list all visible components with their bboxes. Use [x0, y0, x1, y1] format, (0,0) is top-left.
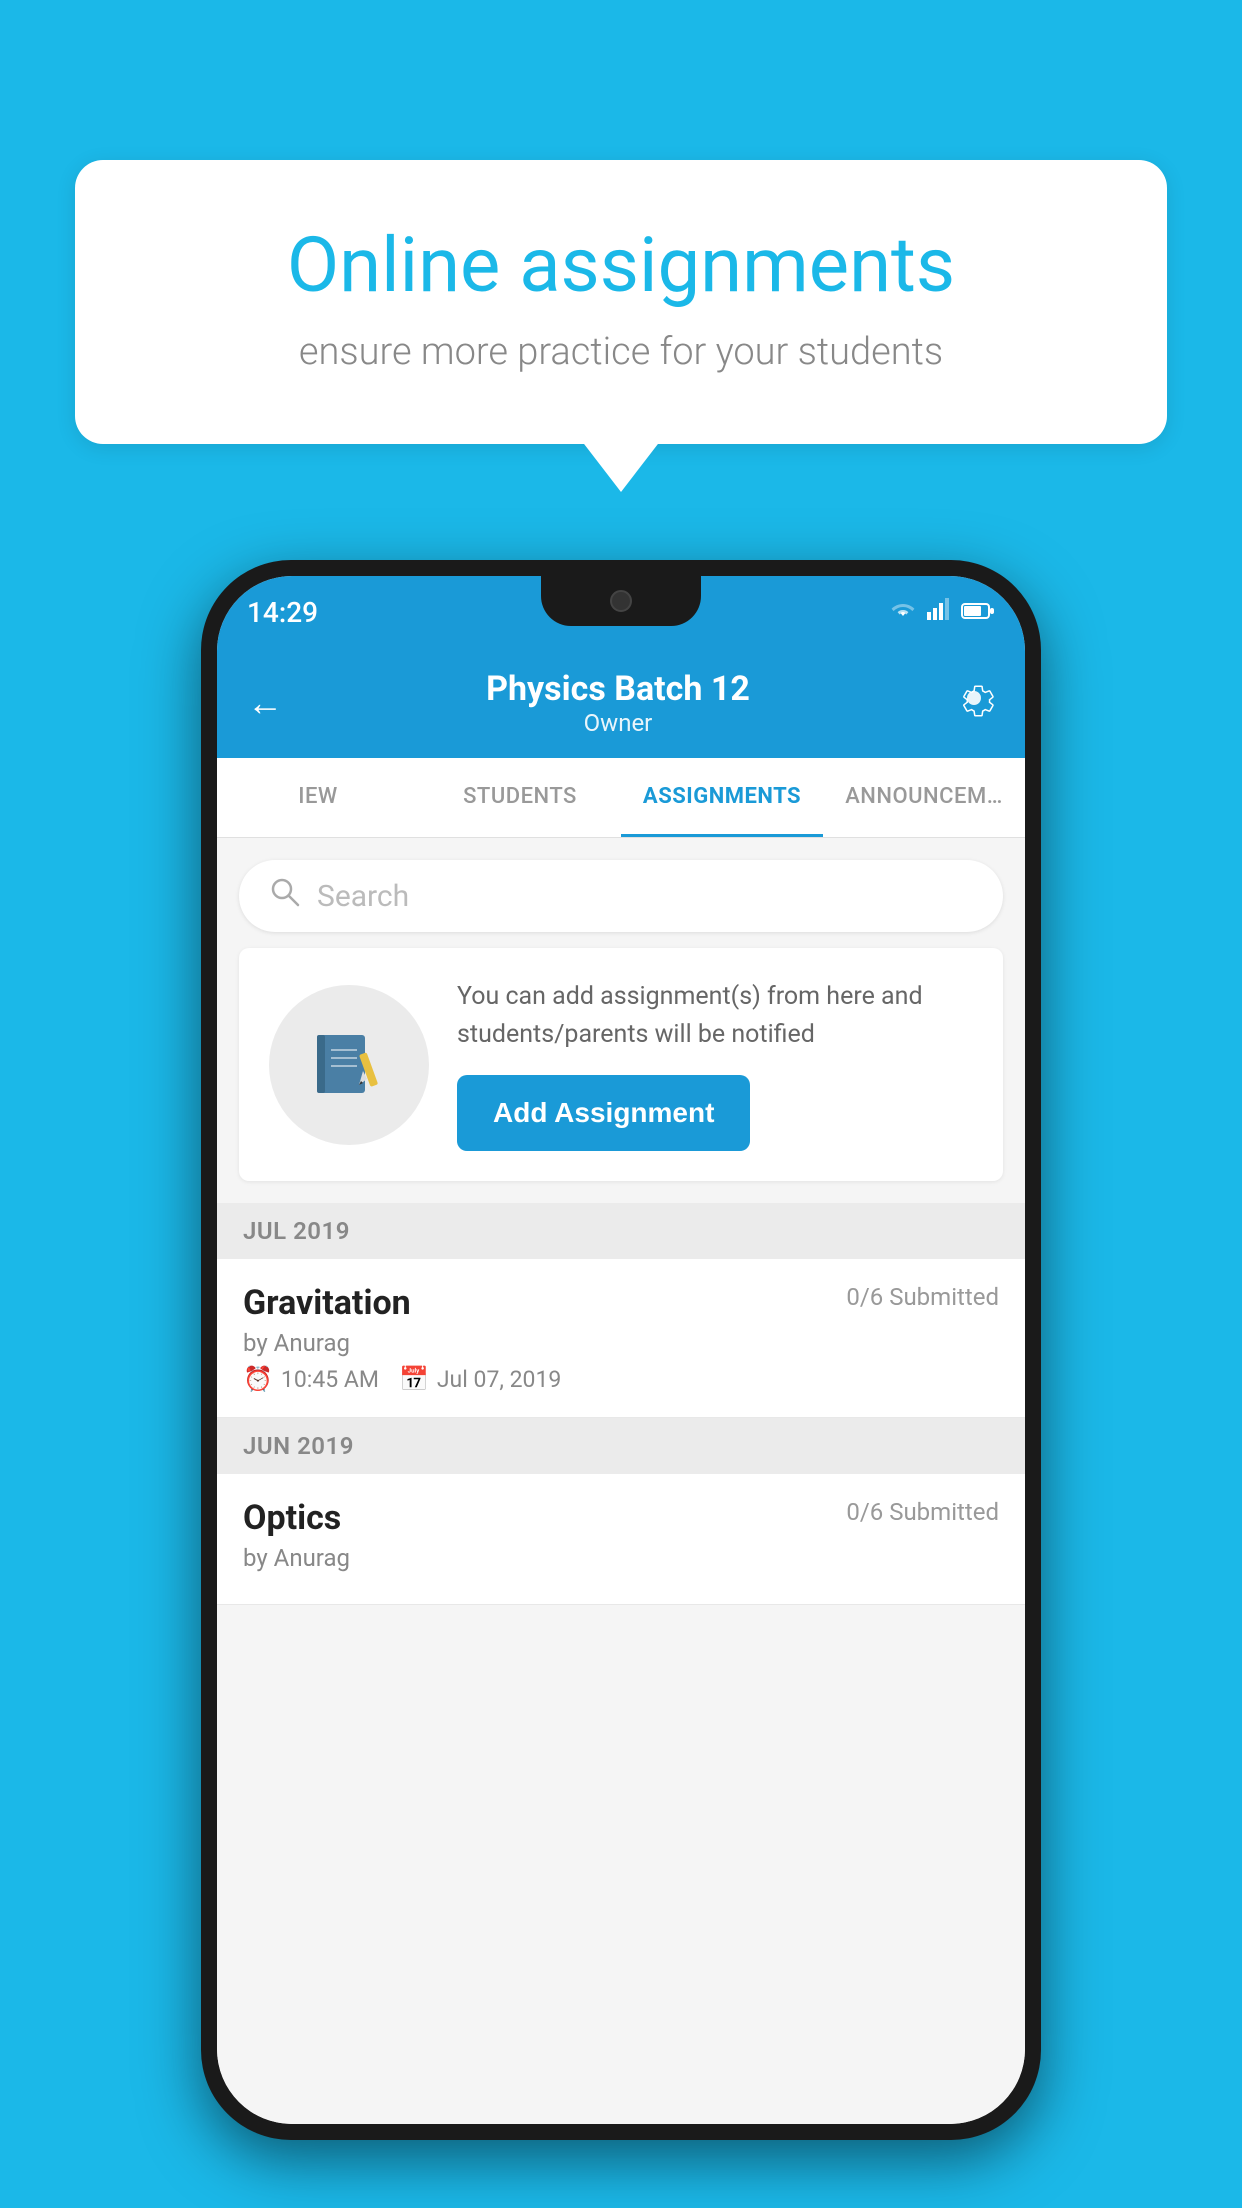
speech-bubble-subtitle: ensure more practice for your students — [145, 330, 1097, 374]
notebook-icon-circle — [269, 985, 429, 1145]
tab-announcements[interactable]: ANNOUNCEM… — [823, 758, 1025, 837]
status-icons — [889, 598, 995, 626]
tab-assignments[interactable]: ASSIGNMENTS — [621, 758, 823, 837]
speech-bubble: Online assignments ensure more practice … — [75, 160, 1167, 444]
assignment-time: ⏰ 10:45 AM — [243, 1365, 379, 1393]
signal-icon — [927, 598, 951, 626]
phone-outer: 14:29 — [201, 560, 1041, 2140]
section-header-jul: JUL 2019 — [217, 1203, 1025, 1259]
assignment-author: by Anurag — [243, 1329, 999, 1357]
camera-icon — [610, 590, 632, 612]
search-bar[interactable]: Search — [239, 860, 1003, 932]
speech-bubble-container: Online assignments ensure more practice … — [75, 160, 1167, 444]
add-assignment-button[interactable]: Add Assignment — [457, 1075, 750, 1151]
assignment-submitted-count-optics: 0/6 Submitted — [846, 1498, 999, 1526]
speech-bubble-title: Online assignments — [145, 220, 1097, 310]
phone-notch — [541, 576, 701, 626]
assignment-row-top: Gravitation 0/6 Submitted — [243, 1283, 999, 1323]
notebook-svg — [309, 1025, 389, 1105]
tabs-bar: IEW STUDENTS ASSIGNMENTS ANNOUNCEM… — [217, 758, 1025, 838]
app-header: ← Physics Batch 12 Owner — [217, 648, 1025, 758]
assignment-date: 📅 Jul 07, 2019 — [399, 1365, 561, 1393]
empty-state-info: You can add assignment(s) from here and … — [457, 978, 973, 1151]
phone-screen: 14:29 — [217, 576, 1025, 2124]
assignment-author-optics: by Anurag — [243, 1544, 999, 1572]
tab-iew[interactable]: IEW — [217, 758, 419, 837]
status-time: 14:29 — [247, 596, 318, 629]
section-header-jun: JUN 2019 — [217, 1418, 1025, 1474]
settings-icon[interactable] — [953, 677, 995, 729]
assignment-meta: ⏰ 10:45 AM 📅 Jul 07, 2019 — [243, 1365, 999, 1393]
header-center: Physics Batch 12 Owner — [486, 669, 750, 737]
header-subtitle: Owner — [486, 709, 750, 737]
back-button[interactable]: ← — [247, 682, 283, 724]
header-title: Physics Batch 12 — [486, 669, 750, 709]
assignment-title: Gravitation — [243, 1283, 411, 1323]
battery-icon — [961, 598, 995, 626]
clock-icon: ⏰ — [243, 1365, 273, 1393]
assignment-item-optics[interactable]: Optics 0/6 Submitted by Anurag — [217, 1474, 1025, 1605]
phone-wrapper: 14:29 — [201, 560, 1041, 2140]
assignment-row-top-optics: Optics 0/6 Submitted — [243, 1498, 999, 1538]
empty-state-card: You can add assignment(s) from here and … — [239, 948, 1003, 1181]
search-icon — [269, 876, 301, 916]
wifi-icon — [889, 598, 917, 626]
calendar-icon: 📅 — [399, 1365, 429, 1393]
content-area: Search — [217, 838, 1025, 2124]
assignment-title-optics: Optics — [243, 1498, 341, 1538]
search-placeholder: Search — [317, 879, 409, 914]
assignment-submitted-count: 0/6 Submitted — [846, 1283, 999, 1311]
assignment-item-gravitation[interactable]: Gravitation 0/6 Submitted by Anurag ⏰ 10… — [217, 1259, 1025, 1418]
tab-students[interactable]: STUDENTS — [419, 758, 621, 837]
empty-state-description: You can add assignment(s) from here and … — [457, 978, 973, 1053]
